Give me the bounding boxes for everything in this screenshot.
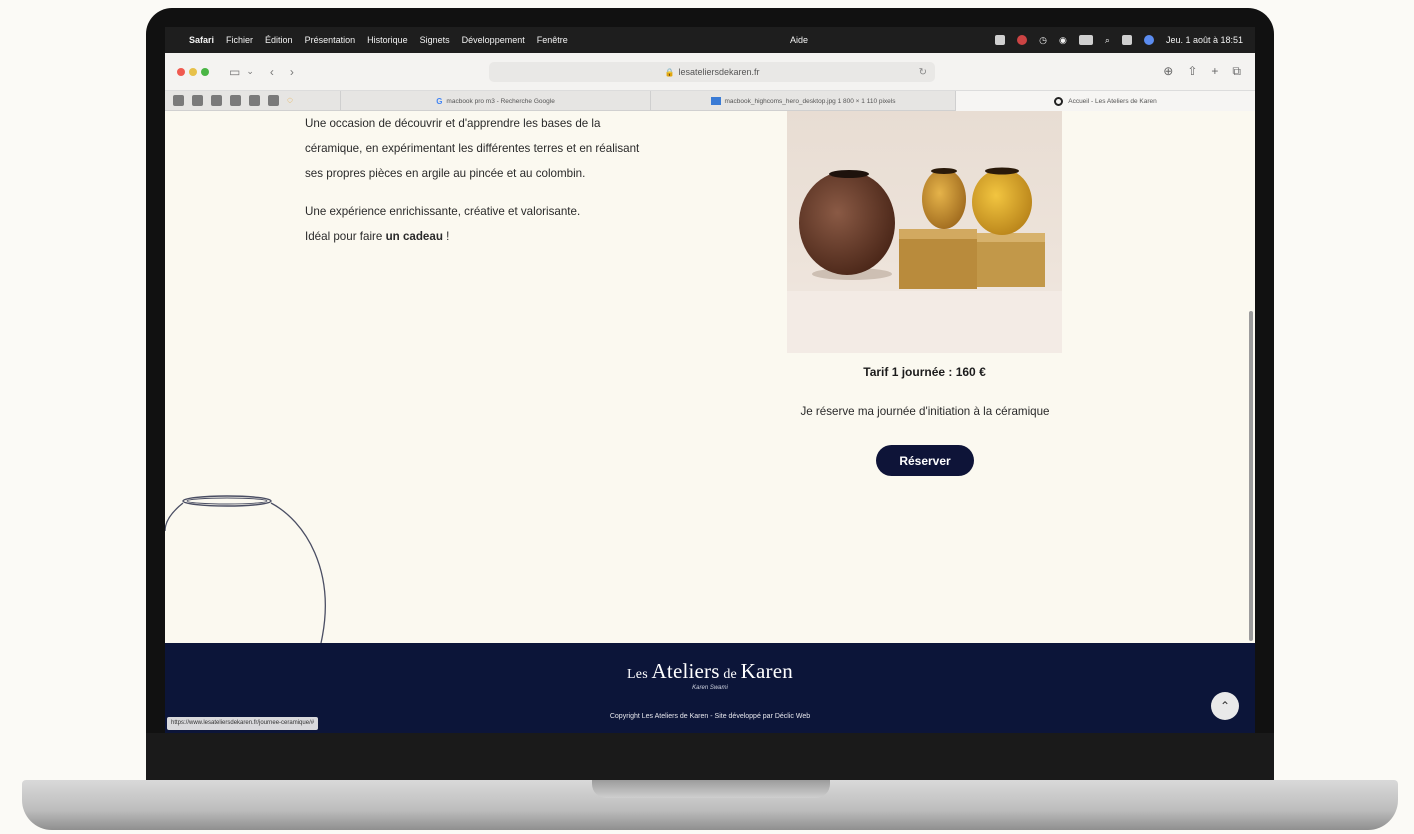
logo-word: Karen — [740, 659, 793, 683]
footer-copyright: Copyright Les Ateliers de Karen - Site d… — [609, 713, 811, 720]
browser-toolbar: ▭ ⌄ ‹ › 🔒 lesateliersdekaren.fr ↻ ⊕ ⇧ + … — [165, 53, 1255, 91]
tab-google[interactable]: G macbook pro m3 - Recherche Google — [340, 91, 650, 111]
logo-word: Les — [627, 667, 652, 682]
tab-title: macbook_highcoms_hero_desktop.jpg 1 800 … — [724, 97, 896, 105]
bookmark-icon[interactable] — [192, 95, 203, 106]
forward-icon[interactable]: › — [290, 65, 294, 79]
tab-overview-icon[interactable]: ⧉ — [1232, 64, 1241, 79]
search-icon[interactable]: ⌕ — [1105, 35, 1110, 46]
ceramics-illustration — [787, 167, 1062, 353]
price-label: Tarif 1 journée : 160 € — [863, 365, 986, 379]
new-tab-icon[interactable]: + — [1211, 64, 1218, 79]
address-bar[interactable]: 🔒 lesateliersdekaren.fr ↻ — [489, 62, 935, 82]
status-bar-url: https://www.lesateliersdekaren.fr/journe… — [167, 717, 319, 730]
status-icons: ◷ ◉ ⌕ Jeu. 1 août à 18:51 — [995, 35, 1243, 46]
text-line: ses propres pièces en argile au pincée e… — [305, 167, 586, 180]
display-icon[interactable] — [995, 35, 1006, 45]
lock-icon: 🔒 — [664, 67, 675, 77]
menu-app[interactable]: Safari — [189, 35, 214, 45]
tab-accueil[interactable]: Accueil - Les Ateliers de Karen — [955, 91, 1255, 111]
scrollbar[interactable] — [1249, 311, 1253, 641]
text-line: Une occasion de découvrir et d'apprendre… — [305, 117, 601, 130]
download-icon[interactable]: ⊕ — [1163, 64, 1173, 79]
menu-bar: Safari Fichier Édition Présentation Hist… — [165, 27, 1255, 53]
battery-icon[interactable] — [1078, 35, 1093, 45]
bookmark-icon[interactable] — [249, 95, 260, 106]
menu-signets[interactable]: Signets — [420, 35, 450, 45]
bookmark-icon[interactable] — [211, 95, 222, 106]
page-content: Une occasion de découvrir et d'apprendre… — [165, 111, 1255, 643]
gift-paragraph: Une expérience enrichissante, créative e… — [305, 199, 705, 249]
chevron-down-icon[interactable]: ⌄ — [246, 66, 254, 77]
address-url: lesateliersdekaren.fr — [678, 67, 760, 77]
reserve-description: Je réserve ma journée d'initiation à la … — [800, 405, 1050, 418]
siri-icon[interactable] — [1143, 35, 1154, 45]
close-window-icon[interactable] — [177, 67, 185, 76]
logo-word: Ateliers — [651, 659, 720, 683]
site-footer: Les Ateliers de Karen Karen Swami Copyri… — [165, 643, 1255, 733]
logo-word: de — [719, 667, 741, 682]
bookmark-icon[interactable] — [230, 95, 241, 106]
screen: Safari Fichier Édition Présentation Hist… — [165, 27, 1255, 733]
bookmark-icon[interactable] — [268, 95, 279, 106]
google-icon: G — [436, 96, 443, 106]
site-logo-icon — [1054, 96, 1064, 106]
clock-icon[interactable]: ◷ — [1039, 35, 1047, 46]
reload-icon[interactable]: ↻ — [919, 67, 927, 78]
tab-image[interactable]: macbook_highcoms_hero_desktop.jpg 1 800 … — [650, 91, 955, 111]
scroll-to-top-button[interactable]: ⌃ — [1211, 692, 1239, 720]
footer-logo[interactable]: Les Ateliers de Karen — [165, 659, 1255, 684]
gift-emphasis: un cadeau — [385, 230, 443, 243]
vase-illustration — [165, 495, 326, 643]
menu-fichier[interactable]: Fichier — [226, 35, 253, 45]
menu-clock[interactable]: Jeu. 1 août à 18:51 — [1166, 35, 1243, 45]
menu-presentation[interactable]: Présentation — [305, 35, 356, 45]
chevron-up-icon: ⌃ — [1219, 699, 1231, 713]
image-icon — [710, 97, 721, 105]
menu-fenetre[interactable]: Fenêtre — [537, 35, 568, 45]
menu-developpement[interactable]: Développement — [462, 35, 525, 45]
minimize-window-icon[interactable] — [189, 67, 197, 76]
bookmark-icon[interactable] — [173, 95, 184, 106]
tab-title: Accueil - Les Ateliers de Karen — [1068, 97, 1157, 105]
tabs-bar: ◌ G macbook pro m3 - Recherche Google ma… — [165, 91, 1255, 111]
tab-title: macbook pro m3 - Recherche Google — [446, 97, 555, 105]
text-line: Idéal pour faire un cadeau ! — [305, 224, 705, 249]
ceramics-photo — [787, 111, 1062, 353]
record-icon[interactable] — [1017, 35, 1028, 45]
back-icon[interactable]: ‹ — [270, 65, 274, 79]
text-line: céramique, en expérimentant les différen… — [305, 142, 640, 155]
control-center-icon[interactable] — [1121, 35, 1132, 45]
laptop-notch — [592, 780, 830, 798]
toolbar-actions: ⊕ ⇧ + ⧉ — [1163, 64, 1241, 79]
intro-paragraph: Une occasion de découvrir et d'apprendre… — [305, 111, 705, 186]
zoom-window-icon[interactable] — [201, 67, 209, 76]
menu-historique[interactable]: Historique — [367, 35, 408, 45]
text-line: Une expérience enrichissante, créative e… — [305, 205, 581, 218]
menu-edition[interactable]: Édition — [265, 35, 293, 45]
text-fragment: ! — [442, 230, 450, 243]
wifi-icon[interactable]: ◉ — [1059, 35, 1067, 46]
share-icon[interactable]: ⇧ — [1187, 64, 1197, 79]
laptop-chin — [146, 733, 1274, 780]
text-fragment: Idéal pour faire — [305, 230, 386, 243]
sidebar-icon[interactable]: ▭ — [229, 65, 240, 79]
reserve-button[interactable]: Réserver — [876, 445, 974, 476]
menu-aide[interactable]: Aide — [790, 35, 808, 45]
footer-subtitle: Karen Swami — [692, 685, 728, 691]
sun-icon[interactable]: ◌ — [287, 95, 293, 106]
